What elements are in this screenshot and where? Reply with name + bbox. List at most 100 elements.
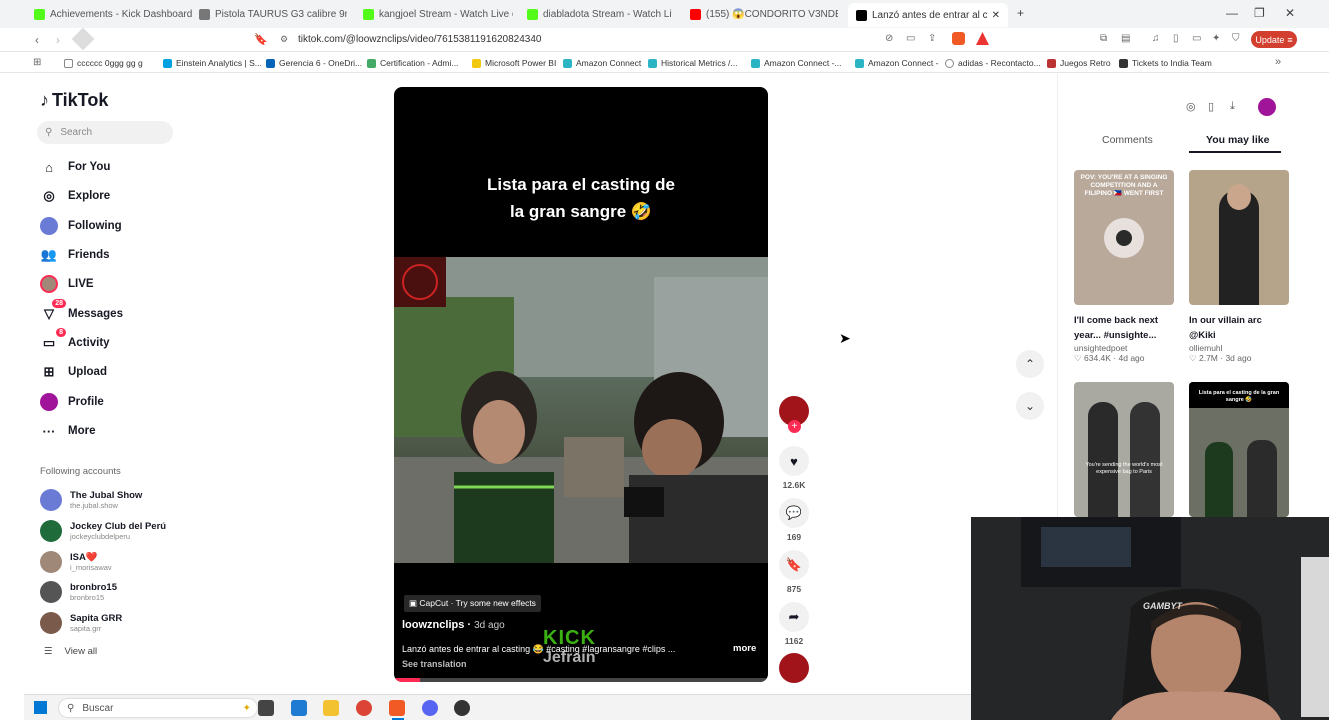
card-stats: ♡ 634.4K · 4d ago <box>1074 353 1145 363</box>
video-author[interactable]: loowznclips · 3d ago <box>402 619 505 631</box>
site-info-icon[interactable]: ⚙ <box>280 34 288 45</box>
tab-you-may-like[interactable]: You may like <box>1206 134 1269 146</box>
browser-tab[interactable]: diabladota Stream - Watch Live o <box>527 4 672 24</box>
video-progress-bar[interactable] <box>394 678 768 682</box>
task-view-icon[interactable] <box>258 700 274 716</box>
apps-grid-icon[interactable]: ⊞ <box>33 57 41 68</box>
music-icon[interactable]: ♫ <box>1152 33 1160 44</box>
next-video-button[interactable]: ⌄ <box>1016 392 1044 420</box>
bookmark-item[interactable]: Juegos Retro <box>1047 58 1111 68</box>
file-explorer-icon[interactable] <box>323 700 339 716</box>
nav-upload[interactable]: ⊞ Upload <box>40 361 107 383</box>
following-icon <box>40 217 58 235</box>
reader-icon[interactable]: ▤ <box>1121 33 1130 44</box>
search-input[interactable]: ⚲ Search <box>37 121 173 144</box>
sidebar-icon[interactable]: ▯ <box>1173 33 1179 44</box>
browser-tab[interactable]: Pistola TAURUS G3 calibre 9mm siste <box>199 4 347 24</box>
discord-icon[interactable] <box>422 700 438 716</box>
nav-messages[interactable]: ▽ 28 Messages <box>40 299 123 325</box>
browser-tab[interactable]: Achievements - Kick Dashboard <box>34 4 192 24</box>
obs-icon[interactable] <box>454 700 470 716</box>
browser-tab-active[interactable]: Lanzó antes de entrar al casti✕ <box>848 3 1008 27</box>
bookmark-item[interactable]: Certification - Admi... <box>367 58 458 68</box>
cast-icon[interactable]: ▭ <box>906 33 915 44</box>
suggested-video-card[interactable]: Lista para el casting de la gran sangre … <box>1189 382 1289 517</box>
bookmark-item[interactable]: Microsoft Power BI <box>472 58 556 68</box>
following-account[interactable]: bronbro15 bronbro15 <box>40 579 117 605</box>
save-button[interactable]: 🔖 875 <box>779 550 809 594</box>
device-icon[interactable]: ▯ <box>1208 100 1214 113</box>
chrome-icon[interactable] <box>356 700 372 716</box>
taskbar-search-input[interactable]: ⚲ Buscar ✦ <box>58 698 258 718</box>
more-bookmarks-icon[interactable]: » <box>1275 56 1281 68</box>
nav-more[interactable]: ··· More <box>40 420 96 442</box>
creator-avatar-button[interactable]: + <box>779 396 809 433</box>
share-button[interactable]: ➦ 1162 <box>779 602 809 646</box>
leo-icon[interactable]: ✦ <box>1212 33 1220 44</box>
nav-activity[interactable]: ▭ 8 Activity <box>40 328 110 354</box>
nav-friends[interactable]: 👥 Friends <box>40 244 110 266</box>
nav-for-you[interactable]: ⌂ For You <box>40 156 110 178</box>
minimize-icon[interactable]: — <box>1226 6 1238 20</box>
windows-start-icon[interactable] <box>34 701 47 714</box>
reload-icon[interactable] <box>71 27 95 51</box>
tabs-icon[interactable]: ▭ <box>1192 33 1201 44</box>
puzzle-icon[interactable]: ⧉ <box>1100 33 1107 44</box>
bookmark-item[interactable]: Amazon Connect - <box>855 58 938 68</box>
close-tab-icon[interactable]: ✕ <box>992 10 1000 21</box>
follow-plus-icon[interactable]: + <box>788 420 801 433</box>
more-link[interactable]: more <box>733 643 756 654</box>
music-disc-button[interactable] <box>779 653 809 683</box>
bookmark-item[interactable]: cccccc 0ggg gg g <box>64 58 143 68</box>
previous-video-button[interactable]: ⌃ <box>1016 350 1044 378</box>
bookmark-item[interactable]: Amazon Connect <box>563 58 641 68</box>
nav-profile[interactable]: Profile <box>40 391 104 413</box>
edge-icon[interactable] <box>291 700 307 716</box>
bookmark-item[interactable]: Gerencia 6 - OneDri... <box>266 58 362 68</box>
see-translation-link[interactable]: See translation <box>402 659 467 669</box>
bookmark-icon[interactable]: 🔖 <box>254 33 268 46</box>
video-player[interactable]: Lista para el casting de la gran sangre 🤣… <box>394 87 768 682</box>
tab-comments[interactable]: Comments <box>1102 134 1153 146</box>
restore-icon[interactable]: ❐ <box>1254 6 1265 20</box>
back-icon[interactable]: ‹ <box>35 33 39 47</box>
following-account[interactable]: The Jubal Show the.jubal.show <box>40 487 142 513</box>
bookmark-item[interactable]: Einstein Analytics | S... <box>163 58 262 68</box>
nav-following[interactable]: Following <box>40 215 122 237</box>
following-account[interactable]: ISA❤️ i_morisawav <box>40 549 112 575</box>
tiktok-logo[interactable]: ♪ TikTok <box>40 90 108 111</box>
nav-live[interactable]: LIVE <box>40 273 94 295</box>
suggested-video-card[interactable]: You're sending the world's most expensiv… <box>1074 382 1174 517</box>
explore-icon[interactable]: ◎ <box>1186 100 1196 113</box>
shield-icon[interactable]: ⛉ <box>1232 33 1240 44</box>
juegos-icon <box>1047 58 1056 68</box>
browser-tab[interactable]: kangjoel Stream - Watch Live on Kick <box>363 4 513 24</box>
close-window-icon[interactable]: ✕ <box>1285 6 1295 20</box>
brave-rewards-icon[interactable] <box>976 32 989 45</box>
view-all-link[interactable]: ☰ View all <box>44 646 97 657</box>
brave-shield-icon[interactable] <box>952 32 965 45</box>
bookmark-item[interactable]: adidas - Recontacto... <box>945 58 1041 68</box>
forward-icon[interactable]: › <box>56 33 60 47</box>
following-account[interactable]: Sapita GRR sapita.grr <box>40 610 122 636</box>
extension-icon[interactable]: ⊘ <box>885 33 893 44</box>
following-account[interactable]: Jockey Club del Perú jockeyclubdelperu <box>40 518 166 544</box>
bookmark-item[interactable]: Historical Metrics /... <box>648 58 738 68</box>
bookmark-item[interactable]: Amazon Connect -... <box>751 58 841 68</box>
profile-avatar[interactable] <box>1258 98 1276 116</box>
suggested-video-card[interactable]: In our villain arc @Kiki olliemuhl ♡ 2.7M… <box>1189 170 1289 364</box>
comment-button[interactable]: 💬 169 <box>779 498 809 542</box>
person-image <box>1247 440 1277 517</box>
suggested-video-card[interactable]: POV: YOU'RE AT A SINGING COMPETITION AND… <box>1074 170 1174 364</box>
download-icon[interactable]: ⤓ <box>1230 100 1235 113</box>
browser-tab[interactable]: (155) 😱CONDORITO V3NDE SU AI <box>690 4 838 24</box>
url-field[interactable]: tiktok.com/@loowznclips/video/7615381191… <box>298 34 541 45</box>
like-button[interactable]: ♥ 12.6K <box>779 446 809 490</box>
nav-explore[interactable]: ◎ Explore <box>40 185 110 207</box>
share-icon[interactable]: ⇪ <box>928 33 936 44</box>
brave-icon[interactable] <box>389 700 405 716</box>
update-button[interactable]: Update ≡ <box>1251 31 1297 48</box>
new-tab-button[interactable]: + <box>1017 6 1024 20</box>
bookmark-item[interactable]: Tickets to India Team <box>1119 58 1212 68</box>
capcut-tag[interactable]: ▣ CapCut · Try some new effects <box>404 595 541 612</box>
